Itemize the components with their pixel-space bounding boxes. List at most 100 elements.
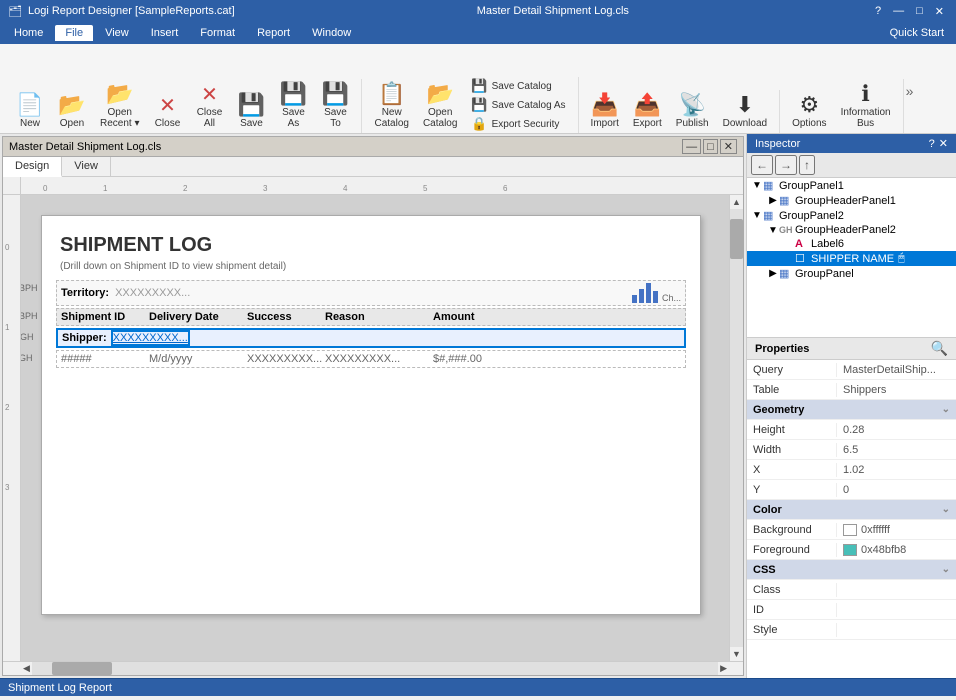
menu-file[interactable]: File <box>55 25 93 41</box>
properties-label: Properties <box>755 343 809 355</box>
menu-view[interactable]: View <box>95 25 139 41</box>
gh-shipper-section[interactable]: GH Shipper: XXXXXXXXX... <box>56 328 686 348</box>
tree-icon-6: ☐ <box>795 252 811 265</box>
download-button[interactable]: ⬇ Download <box>717 90 773 133</box>
quick-start[interactable]: Quick Start <box>890 27 952 39</box>
info-bus-button[interactable]: ℹ InformationBus <box>835 79 897 133</box>
tab-design[interactable]: Design <box>3 157 62 177</box>
save-button[interactable]: 💾 Save <box>231 90 271 133</box>
ruler-corner <box>3 177 21 195</box>
inspector-help-btn[interactable]: ? <box>929 137 935 150</box>
tree-toggle-7[interactable]: ▶ <box>767 268 779 279</box>
doc-close-btn[interactable]: ✕ <box>720 139 737 154</box>
menu-insert[interactable]: Insert <box>141 25 189 41</box>
css-chevron[interactable]: ⌄ <box>942 564 950 575</box>
export-security-button[interactable]: 🔒 Export Security <box>465 115 571 133</box>
new-button[interactable]: 📄 New <box>10 90 50 133</box>
tree-toggle-2[interactable]: ▶ <box>767 195 779 206</box>
import-button[interactable]: 📥 Import <box>585 90 625 133</box>
properties-search-icon[interactable]: 🔍 <box>931 340 948 357</box>
tree-label-1: GroupPanel1 <box>779 180 844 192</box>
close-btn[interactable]: ✕ <box>931 5 948 18</box>
doc-restore-btn[interactable]: □ <box>703 139 718 154</box>
prop-value-query[interactable]: MasterDetailShip... <box>837 363 956 377</box>
vscrollbar[interactable]: ▲ ▼ <box>729 195 743 661</box>
save-catalog-button[interactable]: 💾 Save Catalog <box>465 77 571 95</box>
tree-item-group-panel-1[interactable]: ▼ ▦ GroupPanel1 <box>747 178 956 193</box>
save-as-button[interactable]: 💾 SaveAs <box>273 79 313 133</box>
open-button[interactable]: 📂 Open <box>52 90 92 133</box>
prop-value-style[interactable] <box>837 629 956 631</box>
prop-value-height[interactable]: 0.28 <box>837 423 956 437</box>
inspector-close-btn[interactable]: ✕ <box>939 137 948 150</box>
prop-value-table[interactable]: Shippers <box>837 383 956 397</box>
chart-bar-4 <box>653 291 658 303</box>
ribbon: 📄 New 📂 Open 📂 OpenRecent ▾ ✕ Close ✕ Cl… <box>0 44 956 134</box>
save-to-button[interactable]: 💾 SaveTo <box>315 79 355 133</box>
inspector-back-btn[interactable]: ← <box>751 155 773 175</box>
hscroll-right-btn[interactable]: ▶ <box>718 663 729 674</box>
menu-format[interactable]: Format <box>190 25 245 41</box>
geometry-chevron[interactable]: ⌄ <box>942 404 950 415</box>
export-label: Export <box>633 118 662 129</box>
menu-report[interactable]: Report <box>247 25 300 41</box>
tree-label-5: Label6 <box>811 238 844 250</box>
minimize-btn[interactable]: — <box>889 5 908 18</box>
prop-value-y[interactable]: 0 <box>837 483 956 497</box>
hscroll-track[interactable] <box>32 662 718 675</box>
color-chevron[interactable]: ⌄ <box>942 504 950 515</box>
prop-name-query: Query <box>747 363 837 377</box>
close-all-button[interactable]: ✕ CloseAll <box>189 81 229 133</box>
new-catalog-button[interactable]: 📋 NewCatalog <box>368 79 414 133</box>
save-catalog-as-button[interactable]: 💾 Save Catalog As <box>465 96 571 114</box>
prop-value-foreground[interactable]: 0x48bfb8 <box>837 543 956 557</box>
tree-toggle-4[interactable]: ▼ <box>767 225 779 236</box>
hscroll-left-btn[interactable]: ◀ <box>21 663 32 674</box>
doc-title-main: Master Detail Shipment Log.cls <box>477 5 629 17</box>
prop-value-width[interactable]: 6.5 <box>837 443 956 457</box>
prop-value-id[interactable] <box>837 609 956 611</box>
options-button[interactable]: ⚙ Options <box>786 90 832 133</box>
ribbon-expand-btn[interactable]: » <box>904 81 916 101</box>
inspector-up-btn[interactable]: ↑ <box>799 155 815 175</box>
title-bar-right[interactable]: ? — □ ✕ <box>871 5 948 18</box>
menu-home[interactable]: Home <box>4 25 53 41</box>
help-btn[interactable]: ? <box>871 5 885 18</box>
tree-toggle-1[interactable]: ▼ <box>751 180 763 191</box>
shipper-value[interactable]: XXXXXXXXX... <box>113 332 188 344</box>
tree-icon-2: ▦ <box>779 194 795 207</box>
close-button[interactable]: ✕ Close <box>147 92 187 133</box>
doc-title-buttons[interactable]: — □ ✕ <box>682 139 737 154</box>
maximize-btn[interactable]: □ <box>912 5 927 18</box>
tree-item-group-header-panel-1[interactable]: ▶ ▦ GroupHeaderPanel1 <box>747 193 956 208</box>
publish-button[interactable]: 📡 Publish <box>670 90 715 133</box>
open-catalog-label: OpenCatalog <box>423 107 457 129</box>
prop-value-x[interactable]: 1.02 <box>837 463 956 477</box>
vscroll-up-btn[interactable]: ▲ <box>732 195 741 209</box>
tree-toggle-3[interactable]: ▼ <box>751 210 763 221</box>
vscroll-down-btn[interactable]: ▼ <box>732 647 741 661</box>
export-button[interactable]: 📤 Export <box>627 90 668 133</box>
catalog-small-group: 💾 Save Catalog 💾 Save Catalog As 🔒 Expor… <box>465 77 571 133</box>
prop-value-background[interactable]: 0xffffff <box>837 523 956 537</box>
doc-minimize-btn[interactable]: — <box>682 139 701 154</box>
menu-window[interactable]: Window <box>302 25 361 41</box>
design-canvas[interactable]: SHIPMENT LOG (Drill down on Shipment ID … <box>21 195 729 661</box>
hscroll-thumb[interactable] <box>52 662 112 675</box>
tab-view[interactable]: View <box>62 157 111 176</box>
open-recent-button[interactable]: 📂 OpenRecent ▾ <box>94 79 145 133</box>
inspector-title-btns[interactable]: ? ✕ <box>929 137 948 150</box>
tree-item-group-header-panel-2[interactable]: ▼ GH GroupHeaderPanel2 <box>747 223 956 237</box>
hscrollbar[interactable]: ◀ ▶ <box>3 661 743 675</box>
tree-item-shipper-name[interactable]: ☐ SHIPPER NAME 🖱 <box>747 251 956 266</box>
vscroll-thumb[interactable] <box>730 219 743 259</box>
tree-item-group-panel[interactable]: ▶ ▦ GroupPanel <box>747 266 956 281</box>
prop-value-class[interactable] <box>837 589 956 591</box>
inspector-forward-btn[interactable]: → <box>775 155 797 175</box>
tree-item-group-panel-2[interactable]: ▼ ▦ GroupPanel2 <box>747 208 956 223</box>
open-catalog-button[interactable]: 📂 OpenCatalog <box>417 79 463 133</box>
tree-item-label6[interactable]: A Label6 <box>747 237 956 251</box>
prop-name-background: Background <box>747 523 837 537</box>
prop-section-geometry: Geometry ⌄ <box>747 400 956 420</box>
vscroll-track[interactable] <box>730 209 743 647</box>
